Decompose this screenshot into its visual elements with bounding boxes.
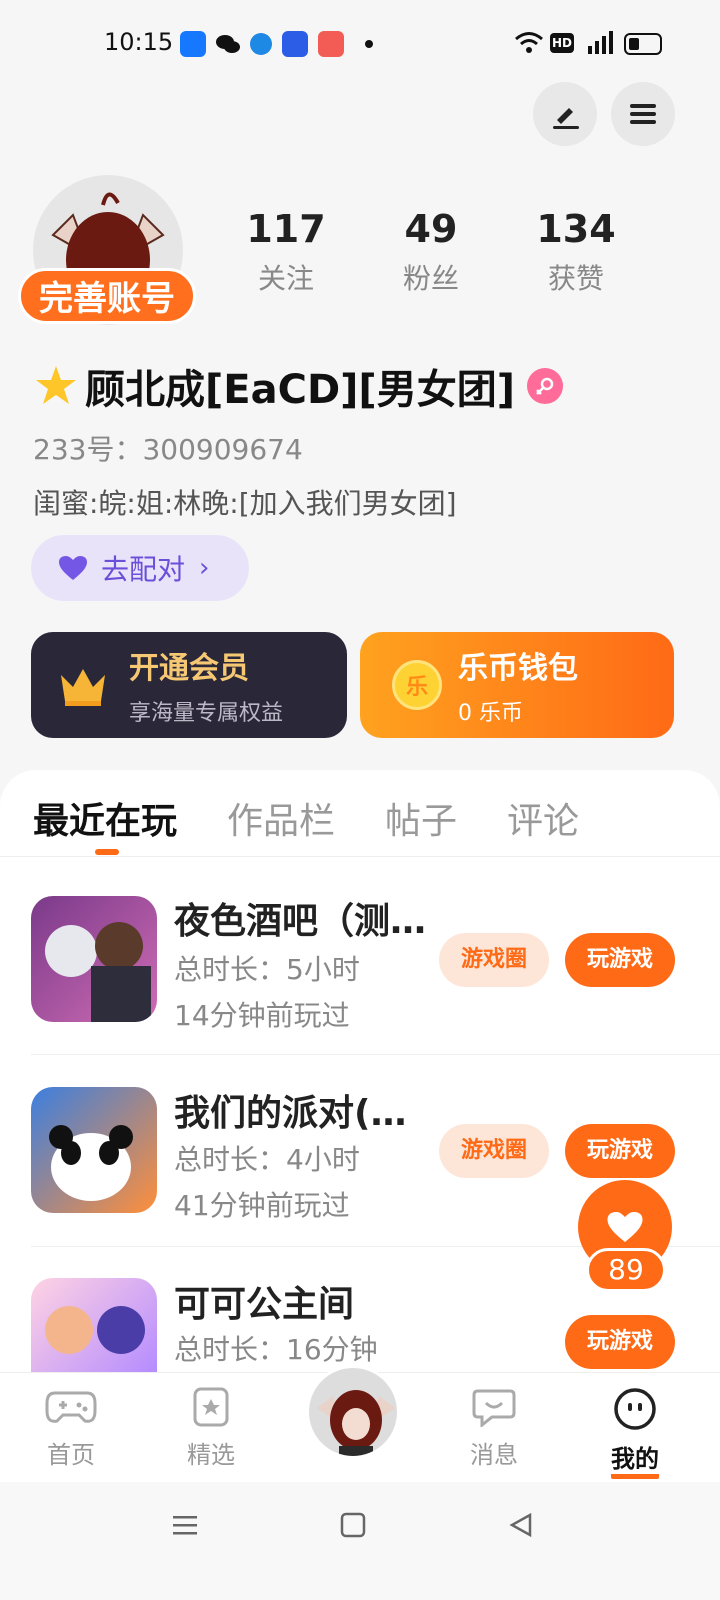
chevron-right-icon: › <box>199 553 210 583</box>
star-card-icon <box>193 1387 229 1427</box>
like-count: 89 <box>586 1248 666 1292</box>
stat-value: 117 <box>246 207 326 251</box>
back-icon[interactable] <box>508 1512 534 1542</box>
status-time: 10:15 <box>104 28 174 56</box>
stat-label: 粉丝 <box>402 262 459 295</box>
female-gender-icon <box>527 368 563 404</box>
status-bar: 10:15 HD <box>0 0 720 90</box>
chat-icon <box>472 1389 516 1429</box>
tab-recent-played[interactable]: 最近在玩 <box>33 792 177 852</box>
tab-works[interactable]: 作品栏 <box>227 792 335 852</box>
wallet-title: 乐币钱包 <box>458 651 578 686</box>
heart-icon <box>607 1212 643 1242</box>
game-last-played: 41分钟前玩过 <box>174 1189 350 1222</box>
nav-label: 首页 <box>47 1441 95 1469</box>
user-bio: 闺蜜:皖:姐:林晚:[加入我们男女团] <box>33 487 457 520</box>
signal-icon <box>584 30 614 58</box>
heart-icon <box>59 556 87 580</box>
stat-label: 关注 <box>257 262 314 295</box>
stat-value: 49 <box>404 207 458 251</box>
nav-me[interactable]: 我的 <box>590 1387 680 1479</box>
hd-icon: HD <box>550 33 574 53</box>
hamburger-menu-icon <box>630 104 656 124</box>
game-title[interactable]: 夜色酒吧（测… <box>174 892 426 944</box>
alipay-icon <box>180 31 206 57</box>
game-icon-3[interactable] <box>31 1278 157 1372</box>
face-icon <box>614 1388 656 1430</box>
crown-icon <box>57 663 109 707</box>
notification-dot <box>365 40 373 48</box>
match-button[interactable]: 去配对 › <box>31 535 249 601</box>
game-icon-1[interactable] <box>31 896 157 1022</box>
user-id: 233号：300909674 <box>33 433 303 466</box>
game-duration: 总时长：4小时 <box>174 1143 360 1176</box>
stat-following[interactable]: 117 关注 <box>226 205 346 297</box>
nav-label: 精选 <box>187 1441 235 1469</box>
stat-fans[interactable]: 49 粉丝 <box>371 205 491 297</box>
nav-home[interactable]: 首页 <box>26 1387 116 1470</box>
recent-apps-icon[interactable] <box>172 1512 198 1542</box>
nav-label: 我的 <box>611 1439 659 1479</box>
wallet-card[interactable]: 乐 乐币钱包 0 乐币 <box>360 632 674 738</box>
home-icon[interactable] <box>340 1512 366 1542</box>
game-title[interactable]: 我们的派对(… <box>174 1084 406 1136</box>
nav-center-avatar[interactable] <box>306 1365 400 1459</box>
name-row: 顾北成[EaCD][男女团] <box>33 358 563 414</box>
tab-comments[interactable]: 评论 <box>507 792 579 852</box>
star-icon <box>33 363 79 409</box>
system-navigation-bar <box>0 1482 720 1600</box>
tab-indicator <box>95 849 119 855</box>
nav-label: 消息 <box>470 1441 518 1469</box>
vip-card[interactable]: 开通会员 享海量专属权益 <box>31 632 347 738</box>
match-label: 去配对 <box>101 553 186 586</box>
tabs-divider <box>0 856 720 857</box>
profile-tabs: 最近在玩 作品栏 帖子 评论 <box>33 792 629 852</box>
tab-posts[interactable]: 帖子 <box>385 792 457 852</box>
play-game-button[interactable]: 玩游戏 <box>565 933 675 987</box>
row-divider <box>31 1054 720 1055</box>
stat-value: 134 <box>536 207 616 251</box>
battery-icon <box>624 33 662 55</box>
wechat-icon <box>215 31 241 57</box>
play-game-button[interactable]: 玩游戏 <box>565 1315 675 1369</box>
browser-icon <box>250 33 272 55</box>
menu-button[interactable] <box>611 82 675 146</box>
nav-messages[interactable]: 消息 <box>449 1387 539 1470</box>
edit-profile-button[interactable] <box>533 82 597 146</box>
game-circle-button[interactable]: 游戏圈 <box>439 933 549 987</box>
pen-icon <box>553 108 579 129</box>
coin-icon: 乐 <box>392 660 442 710</box>
game-icon-2[interactable] <box>31 1087 157 1213</box>
stat-likes[interactable]: 134 获赞 <box>516 205 636 297</box>
game-circle-button[interactable]: 游戏圈 <box>439 1124 549 1178</box>
play-game-button[interactable]: 玩游戏 <box>565 1124 675 1178</box>
nav-featured[interactable]: 精选 <box>166 1387 256 1470</box>
gamepad-icon <box>45 1391 97 1423</box>
vip-title: 开通会员 <box>129 651 249 686</box>
wallet-balance: 0 乐币 <box>458 701 523 726</box>
baidu-icon <box>282 31 308 57</box>
game-duration: 总时长：5小时 <box>174 953 360 986</box>
stat-label: 获赞 <box>547 262 604 295</box>
music-icon <box>318 31 344 57</box>
vip-subtitle: 享海量专属权益 <box>129 701 284 726</box>
game-last-played: 14分钟前玩过 <box>174 999 350 1032</box>
wifi-icon <box>514 30 544 58</box>
game-title[interactable]: 可可公主间 <box>174 1275 354 1327</box>
user-name: 顾北成[EaCD][男女团] <box>85 367 515 413</box>
complete-account-button[interactable]: 完善账号 <box>18 268 196 324</box>
